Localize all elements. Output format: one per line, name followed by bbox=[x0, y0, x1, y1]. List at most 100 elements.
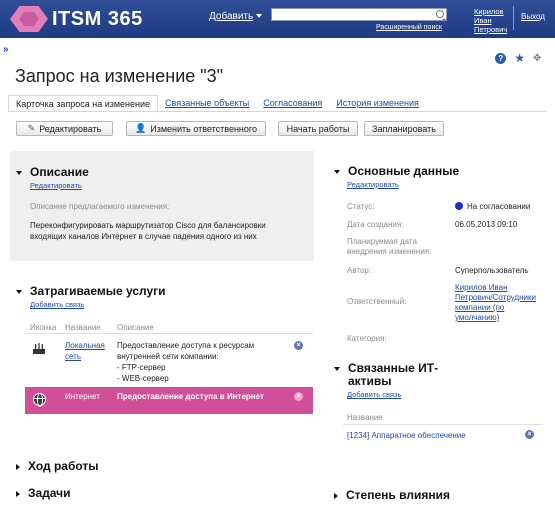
collapsed-arrow-icon bbox=[16, 490, 20, 497]
logout-link[interactable]: Выход bbox=[521, 12, 545, 21]
services-add-link[interactable]: Добавить связь bbox=[30, 300, 84, 309]
description-text-line: входящих каналов Интернет в случае паден… bbox=[30, 232, 257, 241]
planned-date-label-line: Планируемая дата bbox=[347, 237, 417, 246]
service-description: Предоставление доступа в Интернет bbox=[117, 392, 264, 401]
expanded-arrow-icon bbox=[16, 289, 22, 294]
add-menu[interactable]: Добавить bbox=[209, 11, 263, 22]
expanded-arrow-icon bbox=[334, 367, 340, 371]
assets-title-line: активы bbox=[348, 374, 392, 388]
service-name-line: сеть bbox=[65, 352, 82, 361]
user-name-line: Кирилов bbox=[474, 7, 504, 16]
change-responsible-button[interactable]: 👤 Изменить ответственного bbox=[126, 121, 266, 136]
user-name-link[interactable]: Кирилов Иван Петрович bbox=[474, 7, 507, 34]
responsible-link[interactable]: Кирилов Иван Петрович/Сотрудники компани… bbox=[455, 283, 536, 323]
search-icon[interactable] bbox=[436, 10, 444, 18]
remove-link-icon[interactable]: × bbox=[294, 341, 303, 350]
pencil-icon: ✎ bbox=[27, 123, 36, 133]
category-label: Категория: bbox=[347, 334, 387, 343]
tab-approvals[interactable]: Согласования bbox=[256, 95, 329, 111]
description-edit-link[interactable]: Редактировать bbox=[30, 181, 82, 190]
main-data-title-text: Основные данные bbox=[348, 164, 460, 178]
edit-button-label: Редактировать bbox=[39, 123, 102, 134]
service-description: Предоставление доступа к ресурсам внутре… bbox=[117, 340, 254, 384]
responsible-line: Кирилов Иван bbox=[455, 283, 508, 292]
service-desc-line: - FTP-сервер bbox=[117, 363, 166, 372]
change-responsible-label: Изменить ответственного bbox=[150, 123, 257, 134]
favorite-star-icon[interactable]: ★ bbox=[514, 52, 525, 64]
service-name-link[interactable]: Локальная сеть bbox=[65, 340, 105, 362]
advanced-search-link[interactable]: Расширенный поиск bbox=[376, 24, 442, 31]
assets-header-divider bbox=[343, 424, 543, 425]
tab-underline bbox=[8, 111, 547, 112]
asset-item-link[interactable]: [1234] Аппаратное обеспечение bbox=[347, 430, 466, 441]
assets-title-text: Связанные ИТ-активы bbox=[348, 362, 438, 388]
schedule-button[interactable]: Запланировать bbox=[364, 121, 444, 136]
created-date-value: 06.05.2013 09:10 bbox=[455, 220, 518, 229]
header-divider bbox=[513, 6, 514, 30]
pin-icon[interactable]: ✥ bbox=[533, 53, 544, 64]
services-section-title[interactable]: Затрагиваемые услуги bbox=[16, 284, 166, 298]
assets-add-link[interactable]: Добавить связь bbox=[347, 390, 401, 399]
help-icon[interactable]: ? bbox=[495, 53, 507, 64]
services-title-text: Затрагиваемые услуги bbox=[30, 284, 166, 298]
brand-name: ITSM 365 bbox=[52, 7, 143, 30]
column-header-name: Название bbox=[65, 323, 101, 332]
service-name-link[interactable]: Интернет bbox=[65, 391, 100, 402]
service-desc-line: Предоставление доступа к ресурсам bbox=[117, 341, 255, 350]
planned-date-label: Планируемая дата внедрения изменения: bbox=[347, 237, 431, 257]
logo-hexagon-icon bbox=[10, 6, 48, 32]
tasks-title-text: Задачи bbox=[28, 486, 71, 500]
description-text: Переконфигурировать маршрутизатор Cisco … bbox=[30, 220, 266, 242]
created-date-label: Дата создания: bbox=[347, 220, 404, 229]
table-header-divider bbox=[25, 333, 313, 334]
planned-date-label-line: внедрения изменения: bbox=[347, 247, 432, 256]
impact-title-text: Степень влияния bbox=[346, 488, 450, 502]
responsible-line: умолчанию) bbox=[455, 313, 500, 322]
column-header-description: Описание bbox=[117, 323, 154, 332]
router-icon bbox=[33, 343, 45, 354]
description-section-title[interactable]: Описание bbox=[16, 165, 89, 179]
edit-button[interactable]: ✎ Редактировать bbox=[16, 121, 113, 136]
page-actions: ? ★ ✥ bbox=[495, 52, 544, 64]
tasks-section-title[interactable]: Задачи bbox=[16, 486, 71, 500]
column-header-icon: Иконка bbox=[30, 323, 57, 332]
assets-section-title[interactable]: Связанные ИТ-активы bbox=[334, 362, 438, 388]
user-name-line: Петрович bbox=[474, 25, 508, 34]
main-data-edit-link[interactable]: Редактировать bbox=[347, 180, 399, 189]
assets-column-name: Название bbox=[347, 413, 383, 422]
expanded-arrow-icon bbox=[16, 170, 22, 175]
status-value: На согласовании bbox=[467, 202, 531, 211]
progress-section-title[interactable]: Ход работы bbox=[16, 459, 99, 473]
tab-card[interactable]: Карточка запроса на изменение bbox=[8, 95, 159, 111]
start-work-button[interactable]: Начать работы bbox=[278, 121, 358, 136]
impact-section-title[interactable]: Степень влияния bbox=[334, 488, 450, 502]
author-value: Суперпользователь bbox=[455, 266, 529, 275]
main-data-section-title[interactable]: Основные данные bbox=[334, 164, 459, 178]
author-label: Автор: bbox=[347, 266, 372, 275]
tab-related-objects[interactable]: Связанные объекты bbox=[158, 95, 256, 111]
status-indicator bbox=[455, 202, 463, 210]
collapsed-arrow-icon bbox=[334, 492, 338, 499]
sidebar-expand-toggle[interactable]: » bbox=[3, 44, 9, 55]
remove-asset-icon[interactable]: × bbox=[525, 430, 534, 439]
responsible-line: компании (по bbox=[455, 303, 505, 312]
description-title-text: Описание bbox=[30, 165, 89, 179]
tab-history[interactable]: История изменения bbox=[329, 95, 426, 111]
description-text-line: Переконфигурировать маршрутизатор Cisco … bbox=[30, 221, 266, 230]
search-input[interactable] bbox=[271, 8, 447, 21]
collapsed-arrow-icon bbox=[16, 463, 20, 470]
description-field-label: Описание предлагаемого изменения: bbox=[30, 202, 170, 211]
service-name-line: Локальная bbox=[65, 341, 105, 350]
responsible-line: Петрович/Сотрудники bbox=[455, 293, 536, 302]
top-header: ITSM 365 Добавить Расширенный поиск Кири… bbox=[0, 0, 555, 38]
app-logo[interactable]: ITSM 365 bbox=[10, 6, 143, 32]
globe-icon bbox=[33, 393, 46, 407]
user-name-line: Иван bbox=[474, 16, 492, 25]
status-label: Статус: bbox=[347, 202, 375, 211]
tab-bar: Карточка запроса на изменение Связанные … bbox=[8, 95, 426, 111]
responsible-label: Ответственный: bbox=[347, 297, 407, 306]
expanded-arrow-icon bbox=[334, 169, 340, 174]
service-desc-line: внутренней сети компании: bbox=[117, 352, 219, 361]
remove-link-icon[interactable]: × bbox=[294, 392, 303, 401]
service-desc-line: - WEB-сервер bbox=[117, 374, 169, 383]
